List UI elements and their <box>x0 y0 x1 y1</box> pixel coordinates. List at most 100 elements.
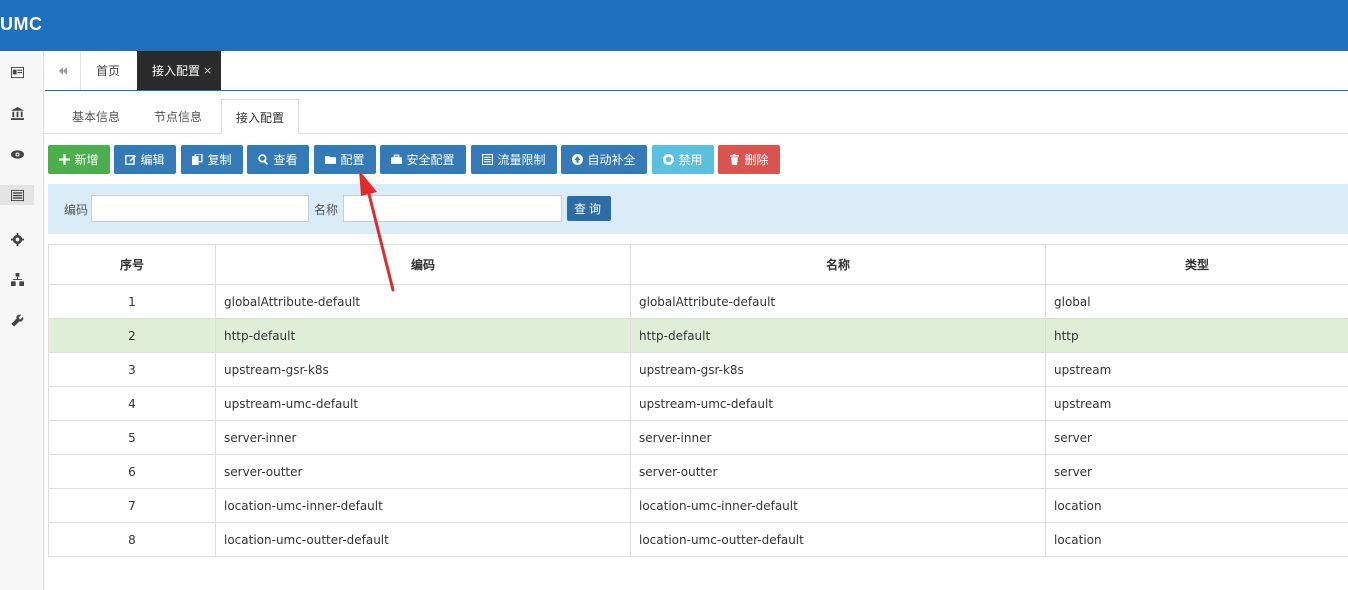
row-name-cell: upstream-gsr-k8s <box>630 352 1046 387</box>
row-index-cell: 8 <box>48 522 216 557</box>
gear-icon <box>10 232 24 246</box>
row-type-cell: http <box>1045 318 1348 353</box>
row-type-cell: global <box>1045 284 1348 319</box>
sidebar-item-tools[interactable] <box>0 310 34 330</box>
row-code-cell: upstream-umc-default <box>215 386 631 421</box>
row-code-cell: location-umc-inner-default <box>215 488 631 523</box>
row-name-cell: location-umc-inner-default <box>630 488 1046 523</box>
column-header-name[interactable]: 名称 <box>630 244 1046 285</box>
row-type-cell: location <box>1045 522 1348 557</box>
table-row[interactable]: 6 server-outter server-outter server <box>48 454 1348 489</box>
row-index-cell: 2 <box>48 318 216 353</box>
sidebar <box>0 51 44 590</box>
column-header-type[interactable]: 类型 <box>1045 244 1348 285</box>
tab-close-icon[interactable]: × <box>203 64 212 77</box>
delete-button[interactable]: 删除 <box>718 145 780 174</box>
table-row[interactable]: 2 http-default http-default http <box>48 318 1348 353</box>
sitemap-icon <box>10 272 24 286</box>
briefcase-icon <box>391 154 403 164</box>
rate-limit-button[interactable]: 流量限制 <box>471 145 557 174</box>
name-label: 名称 <box>314 203 339 217</box>
sidebar-item-list[interactable] <box>0 185 34 205</box>
subtab-access-config[interactable]: 接入配置 <box>221 99 300 135</box>
tab-access-config[interactable]: 接入配置 × <box>137 51 221 90</box>
sidebar-item-structure[interactable] <box>0 269 34 289</box>
row-name-cell: server-inner <box>630 420 1046 455</box>
query-button[interactable]: 查询 <box>567 196 611 221</box>
row-code-cell: upstream-gsr-k8s <box>215 352 631 387</box>
tab-scroll-left-button[interactable] <box>45 51 81 90</box>
copy-button[interactable]: 复制 <box>181 145 243 174</box>
top-bar: UMC <box>0 0 1348 51</box>
sidebar-item-settings[interactable] <box>0 229 34 249</box>
row-name-cell: upstream-umc-default <box>630 386 1046 421</box>
copy-icon <box>192 154 204 165</box>
tab-home-label: 首页 <box>96 64 121 78</box>
row-code-cell: location-umc-outter-default <box>215 522 631 557</box>
row-index-cell: 7 <box>48 488 216 523</box>
table-row[interactable]: 1 globalAttribute-default globalAttribute-… <box>48 284 1348 319</box>
edit-button[interactable]: 编辑 <box>114 145 176 174</box>
name-search-input[interactable] <box>343 195 562 222</box>
folder-icon <box>325 156 337 164</box>
add-button[interactable]: 新增 <box>48 145 110 174</box>
search-icon <box>258 154 269 165</box>
subtab-access-config-label: 接入配置 <box>236 110 285 125</box>
view-button[interactable]: 查看 <box>247 145 309 174</box>
row-index-cell: 1 <box>48 284 216 319</box>
disable-button-label: 禁用 <box>678 153 703 167</box>
disable-button[interactable]: 禁用 <box>652 145 714 174</box>
table-row[interactable]: 7 location-umc-inner-default location-umc-… <box>48 488 1348 523</box>
row-code-cell: server-outter <box>215 454 631 489</box>
table-row[interactable]: 5 server-inner server-inner server <box>48 420 1348 455</box>
arrow-circle-up-icon <box>572 154 584 165</box>
tab-home[interactable]: 首页 <box>82 51 138 90</box>
copy-button-label: 复制 <box>207 153 232 167</box>
trash-icon <box>730 154 740 165</box>
search-panel: 编码 名称 查询 <box>48 184 1348 234</box>
subtab-basic-info[interactable]: 基本信息 <box>72 99 120 134</box>
subtab-node-info[interactable]: 节点信息 <box>154 99 202 134</box>
sidebar-item-idcard[interactable] <box>0 62 34 82</box>
table-row[interactable]: 3 upstream-gsr-k8s upstream-gsr-k8s upstrea… <box>48 352 1348 387</box>
column-header-code[interactable]: 编码 <box>215 244 631 285</box>
tab-access-config-label: 接入配置 <box>152 64 201 78</box>
detail-tabs: 基本信息 节点信息 接入配置 <box>45 99 1348 135</box>
row-type-cell: server <box>1045 454 1348 489</box>
row-code-cell: http-default <box>215 318 631 353</box>
table-row[interactable]: 4 upstream-umc-default upstream-umc-defaul… <box>48 386 1348 421</box>
view-button-label: 查看 <box>273 153 298 167</box>
security-config-button[interactable]: 安全配置 <box>380 145 466 174</box>
list-icon <box>10 189 24 201</box>
edit-button-label: 编辑 <box>140 153 165 167</box>
auto-complete-button[interactable]: 自动补全 <box>561 145 647 174</box>
row-name-cell: server-outter <box>630 454 1046 489</box>
sidebar-item-bank[interactable] <box>0 103 34 123</box>
wrench-icon <box>10 314 23 327</box>
subtab-node-info-label: 节点信息 <box>154 110 203 124</box>
row-name-cell: http-default <box>630 318 1046 353</box>
list-alt-icon <box>482 154 494 165</box>
row-index-cell: 6 <box>48 454 216 489</box>
table-header-row: 序号 编码 名称 类型 <box>48 244 1348 285</box>
id-card-icon <box>10 66 24 78</box>
row-type-cell: upstream <box>1045 386 1348 421</box>
plus-icon <box>59 154 71 165</box>
sidebar-item-view[interactable] <box>0 144 34 164</box>
row-type-cell: upstream <box>1045 352 1348 387</box>
row-index-cell: 4 <box>48 386 216 421</box>
row-index-cell: 5 <box>48 420 216 455</box>
row-code-cell: server-inner <box>215 420 631 455</box>
config-button[interactable]: 配置 <box>314 145 376 174</box>
security-config-button-label: 安全配置 <box>406 153 455 167</box>
eye-icon <box>10 149 24 159</box>
row-index-cell: 3 <box>48 352 216 387</box>
table-row[interactable]: 8 location-umc-outter-default location-umc… <box>48 522 1348 557</box>
ban-icon <box>663 154 675 165</box>
code-search-input[interactable] <box>91 195 309 222</box>
column-header-index[interactable]: 序号 <box>48 244 216 285</box>
row-name-cell: location-umc-outter-default <box>630 522 1046 557</box>
config-button-label: 配置 <box>340 153 365 167</box>
bank-icon <box>10 106 24 120</box>
edit-icon <box>125 155 137 165</box>
